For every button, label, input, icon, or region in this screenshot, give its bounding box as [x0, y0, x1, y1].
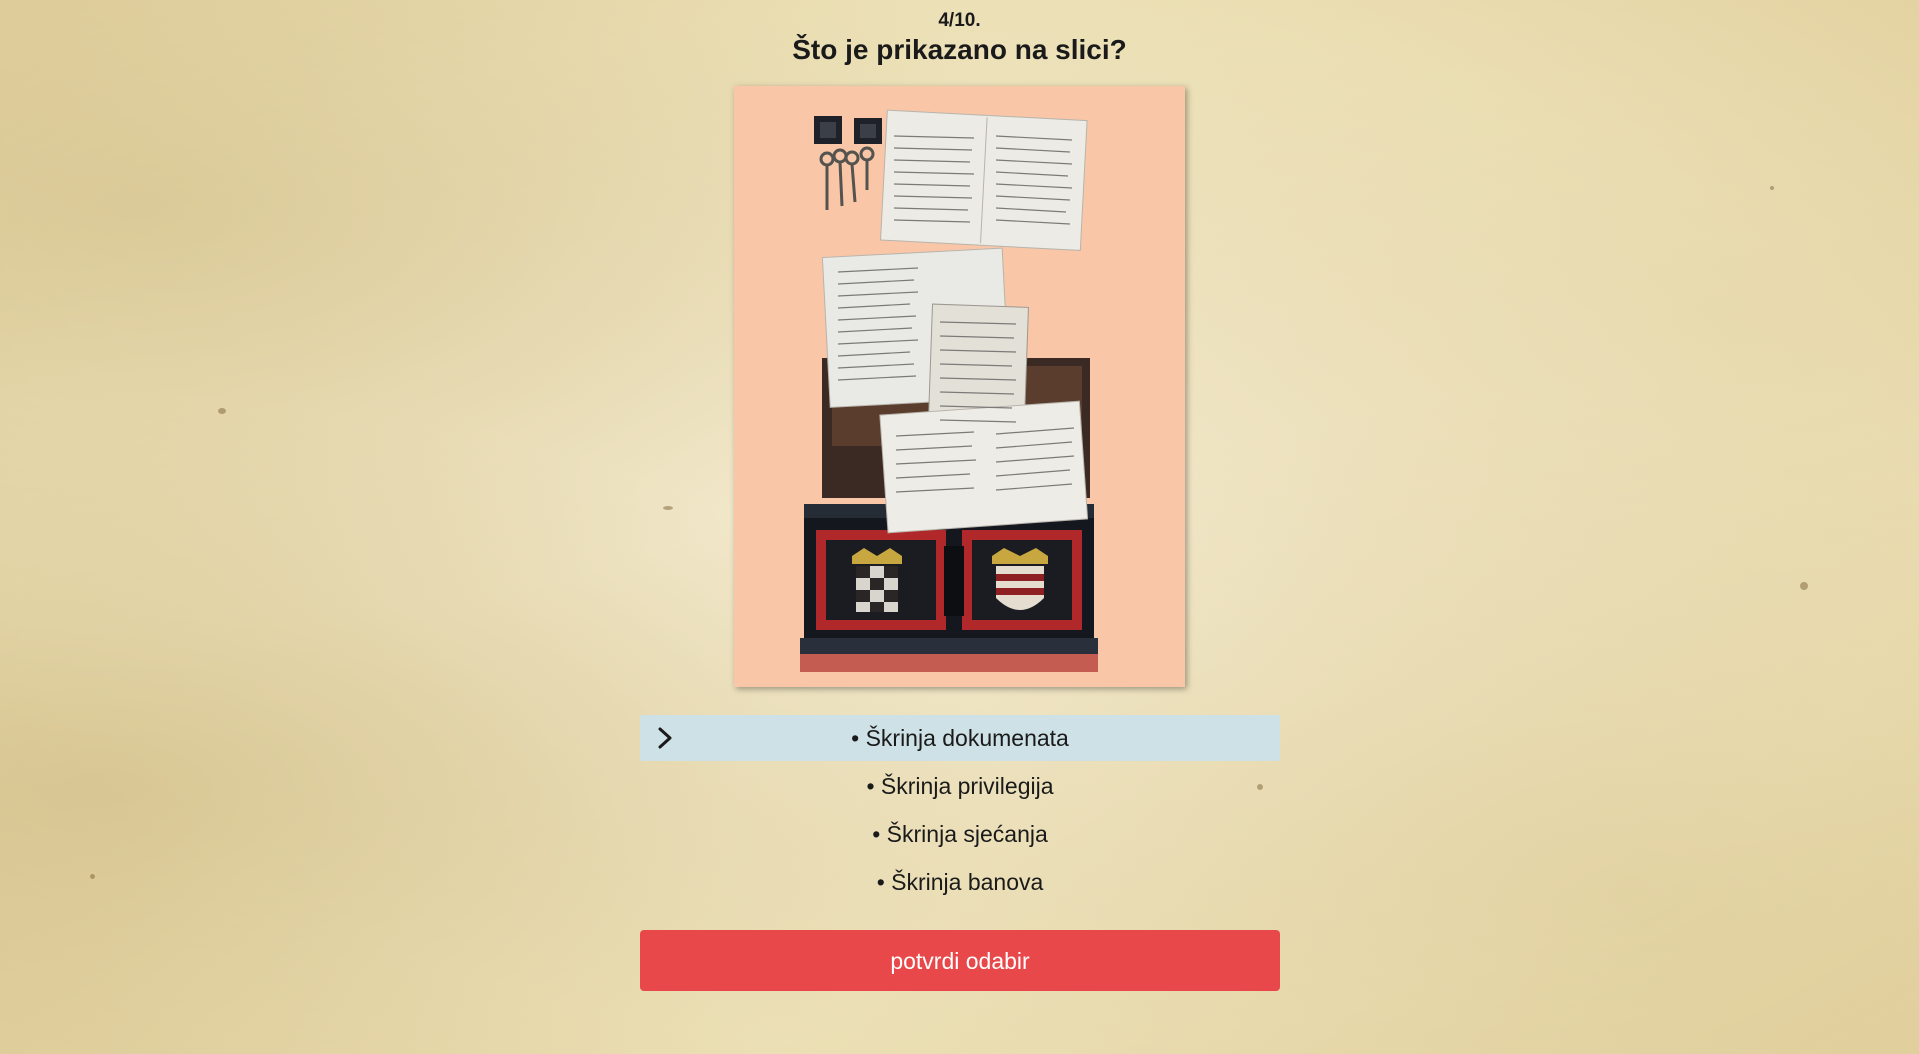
document-chest-illustration: [800, 109, 1098, 672]
confirm-selection-button[interactable]: potvrdi odabir: [640, 930, 1280, 991]
answer-list: • Škrinja dokumenata • Škrinja privilegi…: [640, 715, 1280, 907]
striped-shield-icon: [992, 548, 1048, 610]
keys-icon: [814, 116, 882, 210]
answer-option-3[interactable]: • Škrinja sjećanja: [640, 811, 1280, 857]
paper-speck: [1770, 186, 1774, 190]
paper-speck: [663, 506, 673, 510]
paper-speck: [1800, 582, 1808, 590]
answer-option-2[interactable]: • Škrinja privilegija: [640, 763, 1280, 809]
paper-speck: [218, 408, 226, 414]
chevron-right-icon: [658, 727, 672, 749]
answer-option-label: • Škrinja sjećanja: [872, 821, 1048, 847]
question-counter: 4/10.: [938, 10, 981, 31]
checkered-shield-icon: [852, 548, 902, 612]
answer-option-1[interactable]: • Škrinja dokumenata: [640, 715, 1280, 761]
question-title: Što je prikazano na slici?: [792, 34, 1127, 65]
answer-option-label: • Škrinja dokumenata: [851, 725, 1069, 751]
paper-speck: [90, 874, 95, 879]
answer-option-4[interactable]: • Škrinja banova: [640, 859, 1280, 905]
answer-option-label: • Škrinja privilegija: [866, 773, 1054, 799]
answer-option-label: • Škrinja banova: [876, 869, 1044, 895]
question-image: [734, 86, 1185, 687]
